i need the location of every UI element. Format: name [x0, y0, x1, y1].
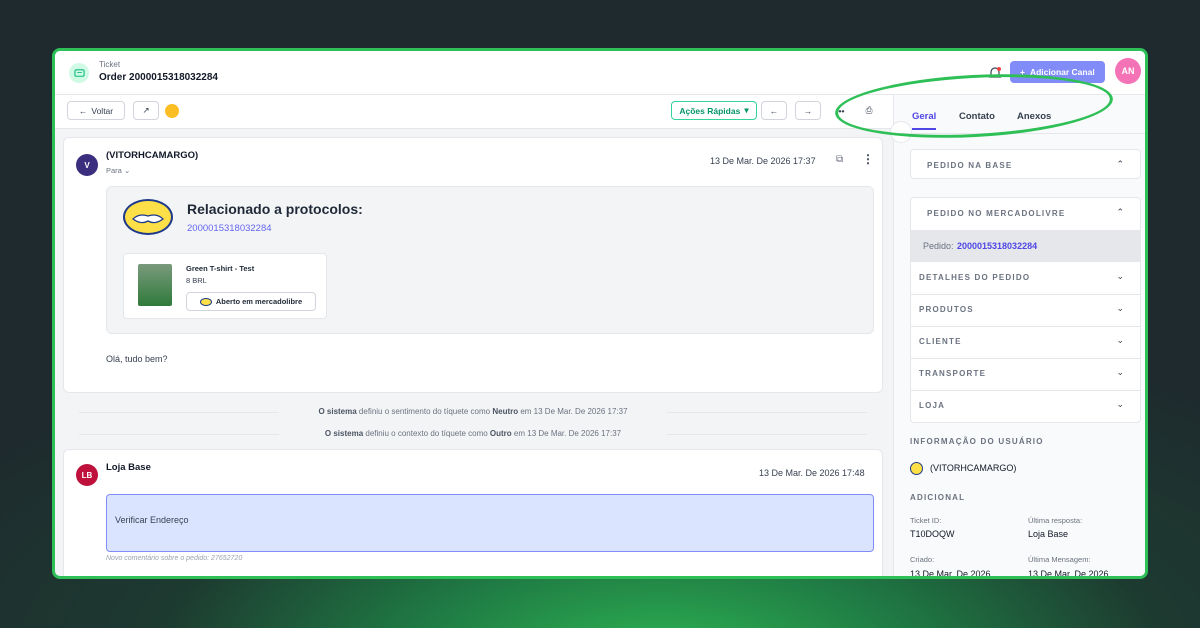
- accordion-pedido-mercadolivre: PEDIDO NO MERCADOLIVRE ⌃ Pedido: 2000015…: [910, 197, 1141, 423]
- details-panel: → Geral Contato Anexos PEDIDO NA BASE ⌃ …: [890, 95, 1145, 579]
- related-title: Relacionado a protocolos:: [187, 201, 363, 217]
- section-title: CLIENTE: [919, 337, 962, 346]
- order-link[interactable]: 2000015318032284: [957, 241, 1037, 251]
- event-actor: O sistema: [318, 407, 357, 416]
- event-value: Outro: [489, 429, 512, 438]
- accordion-title: PEDIDO NA BASE: [927, 161, 1013, 170]
- chevron-up-icon: ⌃: [1116, 159, 1124, 169]
- avatar: V: [76, 154, 98, 176]
- event-time: em 13 De Mar. De 2026 17:37: [511, 429, 622, 438]
- related-protocol-link[interactable]: 2000015318032284: [187, 223, 272, 234]
- accordion-loja[interactable]: LOJA ⌄: [911, 390, 1140, 422]
- chevron-down-icon: ⌄: [1116, 335, 1124, 345]
- accordion-produtos[interactable]: PRODUTOS ⌄: [911, 294, 1140, 326]
- ticket-kind-label: Ticket: [99, 60, 121, 69]
- accordion-cliente[interactable]: CLIENTE ⌄: [911, 326, 1140, 358]
- order-label: Pedido:: [923, 241, 954, 251]
- message-card: V (VITORHCAMARGO) Para ⌄ 13 De Mar. De 2…: [63, 137, 883, 393]
- avatar: LB: [76, 464, 98, 486]
- quick-actions-label: Ações Rápidas: [679, 105, 741, 116]
- section-title: LOJA: [919, 401, 946, 410]
- system-event: O sistema definiu o sentimento do tíquet…: [79, 407, 867, 416]
- user-avatar[interactable]: AN: [1115, 58, 1141, 84]
- recipients-toggle[interactable]: Para ⌄: [106, 166, 130, 175]
- sender-name: Loja Base: [106, 462, 151, 473]
- product-image: [138, 264, 172, 306]
- event-actor: O sistema: [324, 429, 364, 438]
- mercadolibre-icon: [199, 297, 212, 306]
- comment-note: Novo comentário sobre o pedido: 27652720: [106, 555, 243, 562]
- created-value: 13 De Mar. De 2026: [910, 569, 991, 579]
- open-in-mercadolibre-button[interactable]: Aberto em mercadolibre: [186, 292, 316, 311]
- translate-icon[interactable]: ⧉: [836, 154, 843, 165]
- accordion-title[interactable]: PEDIDO NO MERCADOLIVRE: [927, 209, 1065, 218]
- sentiment-emoji-icon[interactable]: [165, 104, 179, 118]
- chevron-up-icon[interactable]: ⌃: [1116, 207, 1124, 218]
- last-reply-label: Última resposta:: [1028, 516, 1083, 525]
- next-ticket-button[interactable]: →: [795, 101, 821, 120]
- ticket-id-label: Ticket ID:: [910, 516, 942, 525]
- back-label: Voltar: [91, 105, 114, 116]
- mercadolivre-logo: [123, 199, 173, 235]
- recipients-label: Para: [106, 166, 122, 175]
- chevron-down-icon: ⌄: [1116, 399, 1124, 409]
- additional-heading: ADICIONAL: [910, 493, 966, 502]
- related-protocols-box: Relacionado a protocolos: 20000153180322…: [106, 186, 874, 334]
- section-title: DETALHES DO PEDIDO: [919, 273, 1031, 282]
- external-link-icon: ↗: [142, 105, 150, 115]
- ticket-id-value: T10DOQW: [910, 529, 955, 539]
- chat-icon: [69, 63, 89, 83]
- user-name: (VITORHCAMARGO): [930, 463, 1017, 473]
- message-datetime: 13 De Mar. De 2026 17:48: [759, 468, 865, 478]
- chevron-down-icon: ⌄: [1116, 303, 1124, 313]
- accordion-pedido-na-base[interactable]: PEDIDO NA BASE ⌃: [910, 149, 1141, 179]
- mercadolivre-icon: [910, 462, 923, 475]
- quick-actions-button[interactable]: Ações Rápidas ▾: [671, 101, 757, 120]
- event-value: Neutro: [492, 407, 519, 416]
- system-event: O sistema definiu o contexto do tíquete …: [79, 429, 867, 438]
- event-text: definiu o contexto do tíquete como: [363, 429, 490, 438]
- arrow-left-icon: ←: [78, 105, 88, 116]
- ticket-toolbar: ← Voltar ↗ Ações Rápidas ▾ ← → ••• ⎙: [55, 95, 893, 129]
- internal-comment-box: Verificar Endereço: [106, 494, 874, 552]
- last-message-value: 13 De Mar. De 2026: [1028, 569, 1109, 579]
- accordion-transporte[interactable]: TRANSPORTE ⌄: [911, 358, 1140, 390]
- section-title: PRODUTOS: [919, 305, 974, 314]
- product-card: Green T-shirt - Test 8 BRL Aberto em mer…: [123, 253, 327, 319]
- last-reply-value: Loja Base: [1028, 529, 1069, 539]
- event-time: em 13 De Mar. De 2026 17:37: [518, 407, 628, 416]
- arrow-right-icon: →: [803, 105, 813, 116]
- open-external-button[interactable]: ↗: [133, 101, 159, 120]
- message-menu-icon[interactable]: ⋮: [862, 152, 874, 166]
- sender-name: (VITORHCAMARGO): [106, 150, 199, 161]
- arrow-left-icon: ←: [769, 105, 779, 116]
- message-body: Olá, tudo bem?: [106, 354, 168, 364]
- chevron-down-icon: ⌄: [1116, 271, 1124, 281]
- accordion-detalhes-do-pedido[interactable]: DETALHES DO PEDIDO ⌄: [911, 262, 1140, 294]
- open-in-mercadolibre-label: Aberto em mercadolibre: [215, 297, 303, 306]
- product-name: Green T-shirt - Test: [186, 264, 255, 273]
- page-title: Order 2000015318032284: [99, 72, 218, 83]
- created-label: Criado:: [910, 555, 935, 564]
- back-button[interactable]: ← Voltar: [67, 101, 125, 120]
- message-datetime: 13 De Mar. De 2026 17:37: [710, 156, 816, 166]
- comment-body: Verificar Endereço: [115, 515, 189, 525]
- event-text: definiu o sentimento do tíquete como: [356, 407, 493, 416]
- section-title: TRANSPORTE: [919, 369, 987, 378]
- last-message-label: Última Mensagem:: [1028, 555, 1091, 564]
- product-price: 8 BRL: [186, 276, 207, 285]
- message-card: LB Loja Base 13 De Mar. De 2026 17:48 Ve…: [63, 449, 883, 576]
- caret-down-icon: ▾: [744, 105, 749, 115]
- chevron-down-icon: ⌄: [1116, 367, 1124, 377]
- order-row: Pedido: 2000015318032284: [911, 230, 1140, 262]
- previous-ticket-button[interactable]: ←: [761, 101, 787, 120]
- chevron-down-icon: ⌄: [123, 166, 131, 175]
- user-info-heading: INFORMAÇÃO DO USUÁRIO: [910, 437, 1044, 446]
